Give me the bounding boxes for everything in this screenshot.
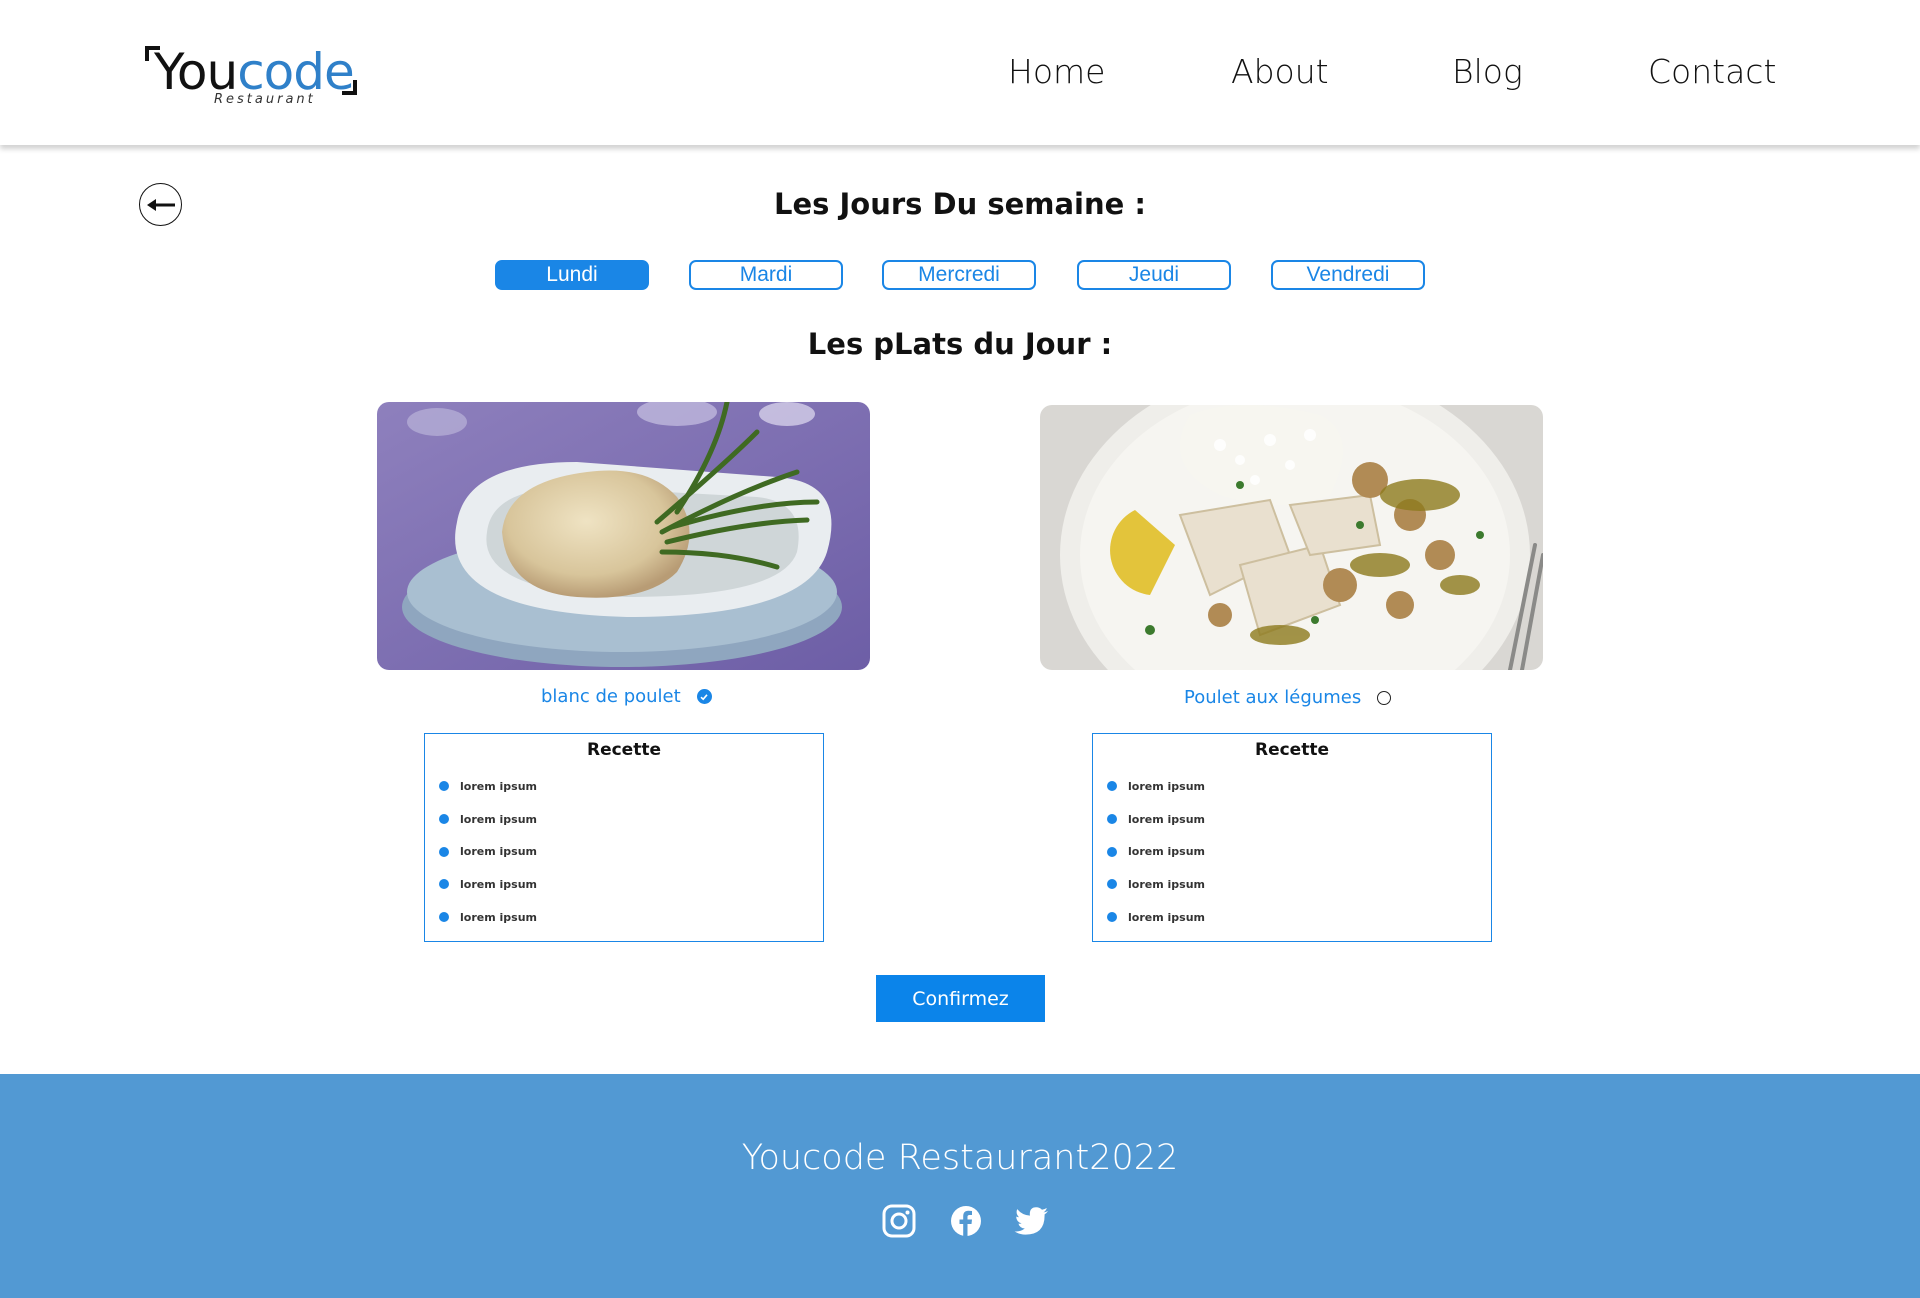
- day-button-lundi[interactable]: Lundi: [495, 260, 649, 290]
- dish-name: blanc de poulet: [541, 686, 681, 707]
- list-item: lorem ipsum: [1107, 901, 1205, 934]
- facebook-icon[interactable]: [949, 1204, 983, 1238]
- bullet-icon: [1107, 846, 1117, 857]
- check-circle-icon[interactable]: [696, 689, 712, 704]
- logo-bracket-bottom-right: [342, 80, 357, 95]
- ingredient-list: lorem ipsum lorem ipsum lorem ipsum lore…: [439, 770, 537, 933]
- day-button-vendredi[interactable]: Vendredi: [1271, 260, 1425, 290]
- dish-name: Poulet aux légumes: [1184, 687, 1362, 708]
- recipe-title: Recette: [586, 740, 661, 760]
- bullet-icon: [439, 912, 449, 923]
- site-header: Youcode Restaurant Home About Blog Conta…: [0, 0, 1920, 145]
- nav-about[interactable]: About: [1231, 52, 1329, 91]
- list-item: lorem ipsum: [439, 803, 537, 836]
- bullet-icon: [1107, 814, 1117, 825]
- list-item: lorem ipsum: [1107, 835, 1205, 868]
- nav-blog[interactable]: Blog: [1452, 52, 1523, 91]
- bullet-icon: [1107, 912, 1117, 923]
- confirm-button[interactable]: Confirmez: [876, 975, 1045, 1022]
- bullet-icon: [1107, 781, 1117, 792]
- bullet-icon: [439, 781, 449, 792]
- recipe-card-1: Recette lorem ipsum lorem ipsum lorem ip…: [424, 733, 824, 942]
- list-item: lorem ipsum: [439, 770, 537, 803]
- list-item: lorem ipsum: [1107, 803, 1205, 836]
- day-button-mercredi[interactable]: Mercredi: [882, 260, 1036, 290]
- dishes-title: Les pLats du Jour :: [807, 327, 1113, 361]
- day-button-jeudi[interactable]: Jeudi: [1077, 260, 1231, 290]
- ingredient-list: lorem ipsum lorem ipsum lorem ipsum lore…: [1107, 770, 1205, 933]
- nav-home[interactable]: Home: [1008, 52, 1105, 91]
- dish-image-poulet-aux-legumes: [1040, 405, 1543, 670]
- site-footer: Youcode Restaurant2022: [0, 1074, 1920, 1298]
- list-item: lorem ipsum: [439, 901, 537, 934]
- youcode-logo[interactable]: Youcode Restaurant: [142, 43, 362, 108]
- list-item: lorem ipsum: [439, 835, 537, 868]
- recipe-card-2: Recette lorem ipsum lorem ipsum lorem ip…: [1092, 733, 1492, 942]
- bullet-icon: [439, 879, 449, 890]
- dish-option-2[interactable]: Poulet aux légumes: [1184, 687, 1392, 708]
- bullet-icon: [439, 814, 449, 825]
- days-title: Les Jours Du semaine :: [773, 187, 1146, 221]
- dish-option-1[interactable]: blanc de poulet: [541, 686, 712, 707]
- logo-subtitle: Restaurant: [214, 92, 316, 107]
- bullet-icon: [1107, 879, 1117, 890]
- list-item: lorem ipsum: [1107, 868, 1205, 901]
- list-item: lorem ipsum: [439, 868, 537, 901]
- radio-empty-icon[interactable]: [1377, 690, 1392, 705]
- day-button-mardi[interactable]: Mardi: [689, 260, 843, 290]
- dish-image-blanc-de-poulet: [377, 402, 870, 670]
- recipe-title: Recette: [1254, 740, 1329, 760]
- twitter-icon[interactable]: [1014, 1204, 1048, 1238]
- list-item: lorem ipsum: [1107, 770, 1205, 803]
- nav-contact[interactable]: Contact: [1648, 52, 1776, 91]
- footer-copyright: Youcode Restaurant2022: [741, 1138, 1179, 1178]
- bullet-icon: [439, 846, 449, 857]
- instagram-icon[interactable]: [882, 1204, 916, 1238]
